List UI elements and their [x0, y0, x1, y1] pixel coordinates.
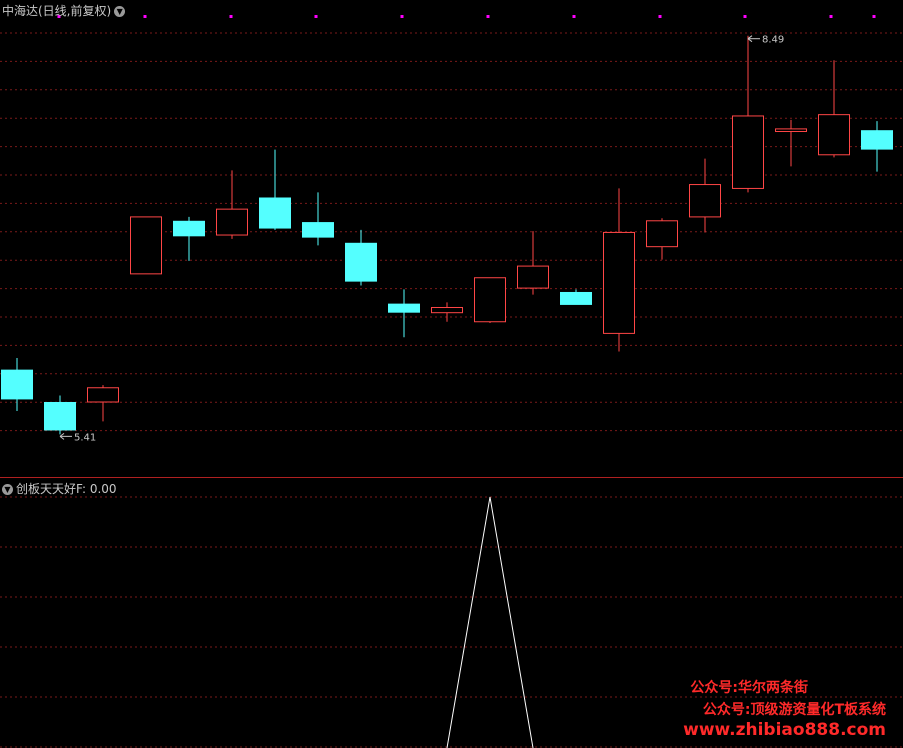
chevron-down-icon[interactable]: ▼ — [2, 484, 13, 495]
candlestick — [560, 289, 592, 305]
candle-body — [1, 369, 33, 400]
candlestick — [603, 188, 635, 352]
event-markers — [57, 15, 876, 18]
candle-body — [689, 184, 721, 218]
chart-header: 中海达(日线,前复权) ▼ — [2, 2, 126, 19]
candle-body — [388, 303, 420, 313]
candlestick — [130, 216, 162, 275]
indicator-series — [446, 496, 534, 748]
event-marker — [314, 15, 318, 18]
candle-body — [861, 130, 893, 150]
annotation-label: 5.41 — [74, 432, 96, 443]
candle-body — [818, 114, 850, 156]
indicator-header: ▼ 创板天天好F: 0.00 — [2, 480, 117, 497]
candle-body — [603, 231, 635, 334]
candlestick — [689, 158, 721, 233]
candle-body — [87, 387, 119, 403]
candlestick — [259, 149, 291, 230]
candlestick — [474, 277, 506, 324]
indicator-value: : 0.00 — [81, 482, 117, 496]
candlestick — [302, 192, 334, 246]
chevron-down-icon[interactable]: ▼ — [114, 6, 126, 17]
candlestick — [87, 385, 119, 422]
candlestick — [732, 35, 764, 193]
candlestick — [517, 231, 549, 295]
event-marker — [400, 15, 404, 18]
candle-body — [216, 208, 248, 236]
candle-body — [44, 401, 76, 431]
candlestick — [388, 289, 420, 338]
indicator-line — [446, 496, 534, 748]
candlestick — [44, 395, 76, 435]
candle-body — [646, 220, 678, 248]
watermark-line-3: www.zhibiao888.com — [683, 720, 886, 740]
candlestick — [775, 119, 807, 167]
candle-body — [775, 128, 807, 132]
candle-body — [302, 222, 334, 238]
annotation: 5.41 — [59, 432, 96, 443]
annotation-label: 8.49 — [762, 35, 784, 46]
candle-body — [259, 197, 291, 229]
candle-body — [130, 216, 162, 275]
candle-body — [474, 277, 506, 323]
candle-body — [345, 242, 377, 282]
event-marker — [872, 15, 876, 18]
event-marker — [486, 15, 490, 18]
event-marker — [829, 15, 833, 18]
event-marker — [743, 15, 747, 18]
candlestick — [646, 218, 678, 260]
candle-body — [732, 115, 764, 189]
candle-body — [431, 307, 463, 314]
stock-title[interactable]: 中海达(日线,前复权) — [2, 4, 111, 18]
event-marker — [229, 15, 233, 18]
candlestick — [173, 216, 205, 261]
indicator-label[interactable]: 创板天天好F — [16, 482, 82, 496]
candlestick — [216, 170, 248, 239]
candle-body — [560, 291, 592, 305]
annotation: 8.49 — [747, 35, 784, 46]
candlestick — [818, 60, 850, 158]
watermark-line-1: 公众号:华尔两条街 — [690, 680, 808, 696]
chart-canvas[interactable]: 8.49 5.41 — [0, 0, 903, 748]
candlestick — [431, 302, 463, 322]
event-marker — [658, 15, 662, 18]
candlestick — [861, 121, 893, 172]
candle-body — [517, 265, 549, 289]
event-marker — [572, 15, 576, 18]
candlestick-series[interactable] — [1, 35, 893, 435]
candle-body — [173, 220, 205, 237]
candlestick — [1, 357, 33, 412]
event-marker — [143, 15, 147, 18]
watermark-line-2: 公众号:顶级游资量化T板系统 — [702, 702, 886, 718]
candlestick — [345, 229, 377, 286]
